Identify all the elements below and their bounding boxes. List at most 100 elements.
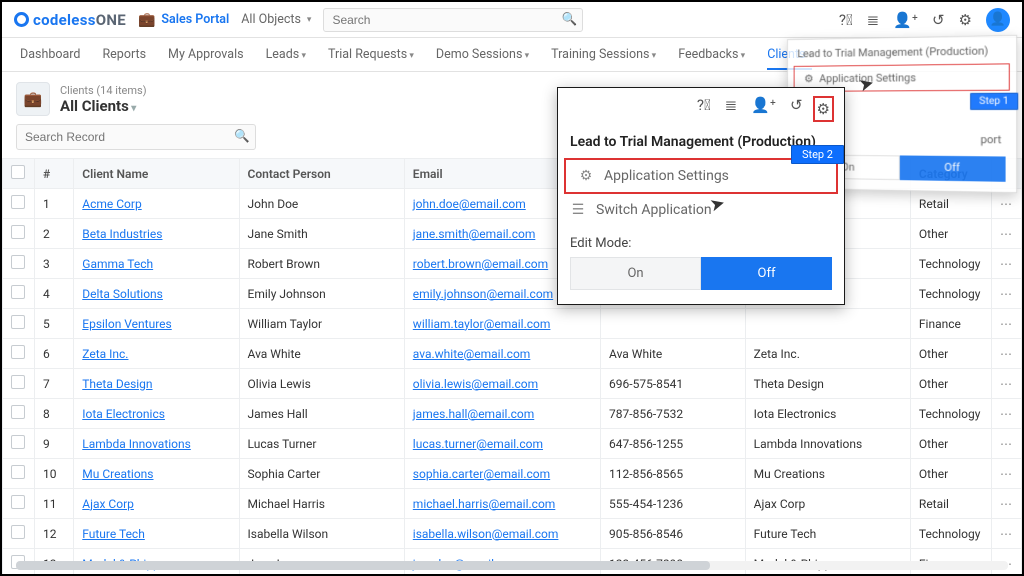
select-all-checkbox[interactable] [11, 165, 25, 179]
row-index: 8 [35, 399, 74, 429]
tab-feedbacks[interactable]: Feedbacks [678, 47, 745, 62]
tab-demo-sessions[interactable]: Demo Sessions [436, 47, 529, 62]
row-actions[interactable]: ⋯ [991, 219, 1021, 249]
table-row[interactable]: 4Delta SolutionsEmily Johnsonemily.johns… [3, 279, 1022, 309]
client-link[interactable]: Lambda Innovations [82, 437, 191, 451]
global-search[interactable]: 🔍 [323, 8, 583, 32]
row-actions[interactable]: ⋯ [991, 459, 1021, 489]
avatar[interactable]: 👤 [986, 8, 1010, 32]
row-actions[interactable]: ⋯ [991, 309, 1021, 339]
portal-name: Sales Portal [161, 12, 229, 27]
tab-reports[interactable]: Reports [102, 47, 146, 62]
client-link[interactable]: Mu Creations [82, 467, 153, 481]
phone: 555-454-1236 [601, 489, 746, 519]
row-checkbox[interactable] [11, 315, 25, 329]
switch-application-item[interactable]: ☰ Switch Application [558, 194, 844, 226]
table-row[interactable]: 9Lambda InnovationsLucas Turnerlucas.tur… [3, 429, 1022, 459]
client-link[interactable]: Gamma Tech [82, 257, 153, 271]
client-link[interactable]: Ajax Corp [82, 497, 134, 511]
row-actions[interactable]: ⋯ [991, 369, 1021, 399]
edit-mode-off[interactable]: Off [701, 257, 832, 290]
row-index: 12 [35, 519, 74, 549]
table-row[interactable]: 3Gamma TechRobert Brownrobert.brown@emai… [3, 249, 1022, 279]
help-icon[interactable]: ?⃝ [697, 96, 711, 122]
object-selector[interactable]: All Objects [241, 12, 311, 27]
email-link[interactable]: lucas.turner@email.com [413, 437, 543, 451]
row-checkbox[interactable] [11, 375, 25, 389]
email-link[interactable]: robert.brown@email.com [413, 257, 548, 271]
tab-my-approvals[interactable]: My Approvals [168, 47, 244, 62]
gear-icon-highlighted[interactable]: ⚙ [813, 96, 834, 122]
row-checkbox[interactable] [11, 345, 25, 359]
col--[interactable]: # [35, 159, 74, 189]
tab-trial-requests[interactable]: Trial Requests [328, 47, 414, 62]
tab-dashboard[interactable]: Dashboard [20, 47, 80, 62]
row-actions[interactable]: ⋯ [991, 399, 1021, 429]
help-icon[interactable]: ?⃝ [839, 11, 853, 29]
row-checkbox[interactable] [11, 225, 25, 239]
row-actions[interactable]: ⋯ [991, 339, 1021, 369]
row-checkbox[interactable] [11, 495, 25, 509]
settings-panel: ?⃝ ≣ 👤⁺ ↺ ⚙ Lead to Trial Management (Pr… [557, 87, 845, 305]
client-link[interactable]: Delta Solutions [82, 287, 163, 301]
global-search-input[interactable] [323, 8, 583, 32]
row-actions[interactable]: ⋯ [991, 519, 1021, 549]
row-checkbox[interactable] [11, 195, 25, 209]
email-link[interactable]: isabella.wilson@email.com [413, 527, 559, 541]
row-actions[interactable]: ⋯ [991, 279, 1021, 309]
add-user-icon[interactable]: 👤⁺ [893, 11, 918, 29]
client-link[interactable]: Future Tech [82, 527, 145, 541]
row-checkbox[interactable] [11, 465, 25, 479]
table-row[interactable]: 10Mu CreationsSophia Cartersophia.carter… [3, 459, 1022, 489]
table-row[interactable]: 8Iota ElectronicsJames Halljames.hall@em… [3, 399, 1022, 429]
add-user-icon[interactable]: 👤⁺ [751, 96, 776, 122]
table-row[interactable]: 12Future TechIsabella Wilsonisabella.wil… [3, 519, 1022, 549]
row-checkbox[interactable] [11, 525, 25, 539]
table-row[interactable]: 7Theta DesignOlivia Lewisolivia.lewis@em… [3, 369, 1022, 399]
email-link[interactable]: olivia.lewis@email.com [413, 377, 538, 391]
email-link[interactable]: william.taylor@email.com [413, 317, 551, 331]
client-link[interactable]: Theta Design [82, 377, 152, 391]
view-name[interactable]: All Clients [60, 97, 147, 115]
history-icon[interactable]: ↺ [932, 11, 945, 29]
horizontal-scrollbar[interactable] [16, 561, 1008, 570]
email-link[interactable]: emily.johnson@email.com [413, 287, 553, 301]
row-checkbox[interactable] [11, 285, 25, 299]
email-link[interactable]: sophia.carter@email.com [413, 467, 550, 481]
history-icon[interactable]: ↺ [790, 96, 803, 122]
email-link[interactable]: john.doe@email.com [413, 197, 526, 211]
edit-mode-toggle[interactable]: On Off [558, 257, 844, 304]
application-settings-item[interactable]: ⚙ Application Settings Step 2 [564, 158, 838, 194]
client-link[interactable]: Iota Electronics [82, 407, 165, 421]
row-actions[interactable]: ⋯ [991, 249, 1021, 279]
app-logo[interactable]: codelessONE [14, 11, 126, 29]
record-search-input[interactable] [16, 124, 256, 150]
client-link[interactable]: Zeta Inc. [82, 347, 128, 361]
client-link[interactable]: Epsilon Ventures [82, 317, 171, 331]
table-row[interactable]: 5Epsilon VenturesWilliam Taylorwilliam.t… [3, 309, 1022, 339]
email-link[interactable]: jane.smith@email.com [413, 227, 536, 241]
col-client-name[interactable]: Client Name [74, 159, 239, 189]
table-row[interactable]: 6Zeta Inc.Ava Whiteava.white@email.comAv… [3, 339, 1022, 369]
tab-training-sessions[interactable]: Training Sessions [551, 47, 656, 62]
gear-icon[interactable]: ⚙ [959, 11, 972, 29]
email-link[interactable]: michael.harris@email.com [413, 497, 556, 511]
tab-leads[interactable]: Leads [266, 47, 306, 62]
row-checkbox[interactable] [11, 435, 25, 449]
email-link[interactable]: james.hall@email.com [413, 407, 534, 421]
database-icon[interactable]: ≣ [725, 96, 738, 122]
col-contact-person[interactable]: Contact Person [239, 159, 404, 189]
portal-switcher[interactable]: 💼 Sales Portal [138, 12, 229, 28]
row-actions[interactable]: ⋯ [991, 489, 1021, 519]
row-checkbox[interactable] [11, 405, 25, 419]
table-row[interactable]: 1Acme CorpJohn Doejohn.doe@email.comReta… [3, 189, 1022, 219]
row-actions[interactable]: ⋯ [991, 429, 1021, 459]
email-link[interactable]: ava.white@email.com [413, 347, 531, 361]
row-checkbox[interactable] [11, 255, 25, 269]
table-row[interactable]: 2Beta IndustriesJane Smithjane.smith@ema… [3, 219, 1022, 249]
client-link[interactable]: Acme Corp [82, 197, 141, 211]
client-link[interactable]: Beta Industries [82, 227, 162, 241]
table-row[interactable]: 11Ajax CorpMichael Harrismichael.harris@… [3, 489, 1022, 519]
database-icon[interactable]: ≣ [867, 11, 880, 29]
edit-mode-on[interactable]: On [570, 257, 701, 290]
